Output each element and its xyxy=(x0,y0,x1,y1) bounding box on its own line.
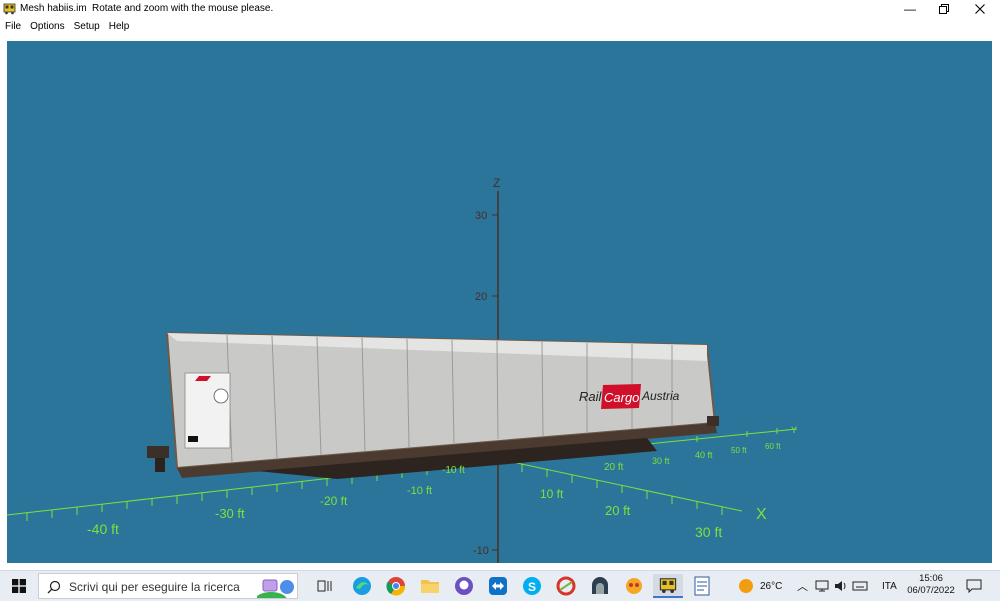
teamviewer-icon xyxy=(489,577,507,595)
window-hint: Rotate and zoom with the mouse please. xyxy=(92,3,274,14)
neg-tick-label-40: -40 ft xyxy=(87,521,119,537)
speaker-icon xyxy=(835,581,846,591)
taskbar-app-skype[interactable]: S xyxy=(517,574,547,598)
freight-wagon: Rail Cargo Austria xyxy=(147,331,719,479)
menu-bar: File Options Setup Help xyxy=(0,18,1000,34)
y-tick-label-60: 60 ft xyxy=(765,442,781,451)
chevron-up-icon: ︿ xyxy=(797,581,808,593)
locomotive-icon xyxy=(659,578,677,594)
taskbar-app-ccleaner[interactable] xyxy=(551,574,581,598)
z-tick-label-20: 20 xyxy=(475,291,487,303)
windows-icon xyxy=(12,579,26,593)
menu-file[interactable]: File xyxy=(0,21,25,32)
title-bar: Mesh habiis.im Rotate and zoom with the … xyxy=(0,0,1000,18)
keyboard-icon xyxy=(852,581,868,591)
3d-viewport[interactable]: Rail Cargo Austria Z 30 20 -10 -10 ft -2… xyxy=(7,41,992,563)
y-axis-label: Y xyxy=(791,425,797,435)
volume-control[interactable] xyxy=(834,571,848,601)
neg-tick-label-10: -10 ft xyxy=(407,485,432,497)
y-tick-label-30: 30 ft xyxy=(652,456,670,466)
document-icon xyxy=(694,576,710,596)
taskbar-app-edge[interactable] xyxy=(347,574,377,598)
menu-options[interactable]: Options xyxy=(25,21,68,32)
taskbar-app-trainz[interactable] xyxy=(619,574,649,598)
folder-icon xyxy=(421,580,439,593)
svg-text:S: S xyxy=(528,580,536,594)
edge-icon xyxy=(353,577,371,595)
taskbar-app-mesh-viewer[interactable] xyxy=(653,574,683,598)
taskbar-app-chrome[interactable] xyxy=(381,574,411,598)
weather-temp: 26°C xyxy=(760,580,783,592)
skype-icon: S xyxy=(523,577,541,595)
menu-setup[interactable]: Setup xyxy=(69,21,104,32)
language-indicator[interactable]: ITA xyxy=(882,571,897,601)
keyboard-indicator[interactable] xyxy=(852,571,868,601)
taskbar-app-teamviewer[interactable] xyxy=(483,574,513,598)
neg-tick-label-30: -30 ft xyxy=(215,506,245,521)
weather-widget[interactable]: 26°C xyxy=(738,571,782,601)
z-axis-label: Z xyxy=(493,176,500,190)
x-tick-label-10: 10 ft xyxy=(540,487,564,501)
minimize-button[interactable]: — xyxy=(892,0,928,18)
z-tick-label-neg10: -10 xyxy=(473,545,489,557)
taskbar: Scrivi qui per eseguire la ricerca S 26°… xyxy=(0,570,1000,601)
x-tick-label-30: 30 ft xyxy=(695,524,722,540)
z-tick-label-30: 30 xyxy=(475,210,487,222)
taskbar-clock[interactable]: 15:06 06/07/2022 xyxy=(904,573,958,597)
ccleaner-icon xyxy=(556,576,576,596)
y-tick-label-20: 20 ft xyxy=(604,462,624,473)
network-status[interactable] xyxy=(815,571,829,601)
taskbar-app-document[interactable] xyxy=(687,574,717,598)
y-tick-label-neg10: -10 ft xyxy=(442,465,465,476)
network-icon xyxy=(815,580,829,592)
wagon-logo-rail: Rail xyxy=(579,389,603,404)
close-button[interactable] xyxy=(962,0,998,18)
chrome-icon xyxy=(386,577,406,596)
notification-icon xyxy=(966,579,982,593)
trainz-icon xyxy=(626,578,642,594)
clock-time: 15:06 xyxy=(919,573,943,584)
task-view-button[interactable] xyxy=(310,574,340,598)
locomotive-icon xyxy=(3,3,16,15)
language-label: ITA xyxy=(882,580,897,592)
github-icon xyxy=(455,577,473,595)
neg-tick-label-20: -20 ft xyxy=(320,494,348,508)
sun-icon xyxy=(739,579,753,593)
search-icon xyxy=(47,580,61,594)
taskbar-app-explorer[interactable] xyxy=(415,574,445,598)
search-placeholder: Scrivi qui per eseguire la ricerca xyxy=(69,580,240,594)
window-title: Mesh habiis.im xyxy=(20,3,87,14)
clock-date: 06/07/2022 xyxy=(907,585,955,596)
y-tick-label-50: 50 ft xyxy=(731,446,747,455)
taskbar-app-github[interactable] xyxy=(449,574,479,598)
y-tick-label-40: 40 ft xyxy=(695,450,713,460)
search-highlight-icon xyxy=(257,579,294,598)
x-tick-label-20: 20 ft xyxy=(605,503,631,518)
taskbar-search[interactable]: Scrivi qui per eseguire la ricerca xyxy=(38,573,298,599)
tunnel-icon xyxy=(592,577,608,594)
minimize-icon: — xyxy=(904,2,916,16)
menu-help[interactable]: Help xyxy=(104,21,134,32)
scene: Rail Cargo Austria Z 30 20 -10 -10 ft -2… xyxy=(7,176,798,563)
start-button[interactable] xyxy=(0,571,38,601)
taskbar-app-tunnel[interactable] xyxy=(585,574,615,598)
wagon-logo-cargo: Cargo xyxy=(604,390,639,405)
restore-icon xyxy=(939,4,949,14)
close-icon xyxy=(975,4,985,14)
task-view-icon xyxy=(317,580,332,592)
notifications-button[interactable] xyxy=(966,571,982,601)
tray-overflow-button[interactable]: ︿ xyxy=(797,571,808,601)
restore-button[interactable] xyxy=(926,0,962,18)
x-axis-label: X xyxy=(756,506,767,523)
wagon-logo-austria: Austria xyxy=(641,389,680,403)
